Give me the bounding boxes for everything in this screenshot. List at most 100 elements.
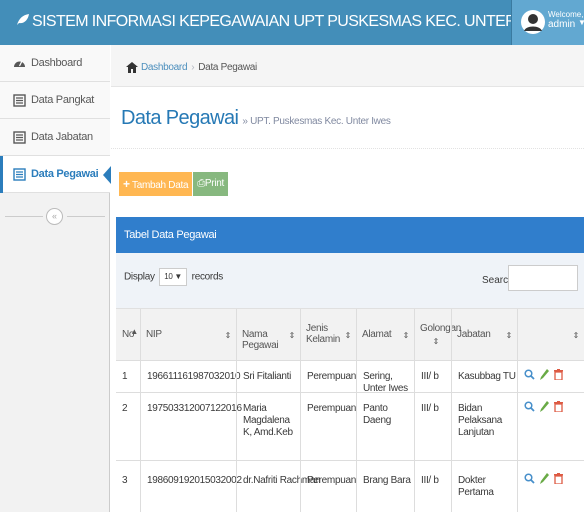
cell-actions <box>517 361 584 392</box>
cell-text: III/ b <box>421 403 439 414</box>
sidebar-item-label: Data Jabatan <box>31 131 93 143</box>
user-menu[interactable]: Welcome, admin ▼ <box>511 0 584 45</box>
cell-text: 2 <box>122 403 128 414</box>
cell-jenis-kelamin: Perempuan <box>300 393 356 460</box>
cell-text: III/ b <box>421 371 439 382</box>
sidebar-item-dashboard[interactable]: Dashboard <box>0 45 110 82</box>
table-title-bar: Tabel Data Pegawai <box>116 217 584 253</box>
breadcrumb-home-link[interactable]: Dashboard <box>141 62 188 73</box>
sort-asc-icon: ▲ <box>130 327 138 336</box>
row-actions <box>524 473 563 484</box>
pencil-icon[interactable] <box>540 401 549 412</box>
divider <box>414 309 415 361</box>
breadcrumb-separator: › <box>191 62 195 73</box>
search-input[interactable] <box>508 265 578 291</box>
cell-text: 198609192015032002 <box>147 475 242 486</box>
divider <box>5 216 43 217</box>
cell-text: Brang Bara <box>363 475 411 486</box>
sidebar-item-jabatan[interactable]: Data Jabatan <box>0 119 110 156</box>
trash-icon[interactable] <box>554 369 563 380</box>
cell-alamat: Brang Bara <box>356 461 414 512</box>
col-jabatan[interactable]: Jabatan ⇕ <box>451 309 517 361</box>
col-golongan[interactable]: Golongan ⇕ <box>414 309 461 361</box>
breadcrumb-current: Data Pegawai <box>198 62 257 73</box>
app-title[interactable]: SISTEM INFORMASI KEPEGAWAIAN UPT PUSKESM… <box>16 13 559 31</box>
zoom-icon[interactable] <box>524 369 535 380</box>
print-icon: ⎙ <box>197 178 205 189</box>
cell-text: Maria Magdalena K, Amd.Keb <box>243 403 293 438</box>
table-toolbar: Display 10 ▼ records Search: <box>116 253 584 309</box>
cell-text: Sri Fitalianti <box>243 371 292 382</box>
divider <box>67 216 105 217</box>
cell-text: Perempuan <box>307 371 356 382</box>
col-no[interactable]: No ▲ <box>116 309 140 361</box>
trash-icon[interactable] <box>554 401 563 412</box>
col-nip[interactable]: NIP ⇕ <box>140 309 236 361</box>
list-icon <box>13 131 26 144</box>
cell-alamat: Sering, Unter Iwes <box>356 361 414 394</box>
page-subtitle: » UPT. Puskesmas Kec. Unter Iwes <box>242 116 391 127</box>
pencil-icon[interactable] <box>540 369 549 380</box>
divider <box>451 309 452 361</box>
zoom-icon[interactable] <box>524 473 535 484</box>
sort-icon: ⇕ <box>432 337 440 346</box>
breadcrumb-links: Dashboard › Data Pegawai <box>141 62 257 73</box>
cell-text: 197503312007122016 <box>147 403 242 414</box>
cell-text: 3 <box>122 475 128 486</box>
double-chevron-left-icon[interactable]: « <box>46 208 63 225</box>
sort-icon: ⇕ <box>572 331 580 340</box>
cell-text: 196611161987032010 <box>147 371 241 382</box>
sidebar: Dashboard Data Pangkat Data Jabatan Data… <box>0 45 111 512</box>
divider <box>356 309 357 361</box>
sidebar-item-label: Data Pegawai <box>31 168 99 180</box>
page-title: Data Pegawai» UPT. Puskesmas Kec. Unter … <box>121 107 391 130</box>
trash-icon[interactable] <box>554 473 563 484</box>
records-select[interactable]: 10 ▼ <box>159 268 188 286</box>
cell-golongan: III/ b <box>414 461 451 512</box>
row-actions <box>524 369 563 380</box>
col-actions[interactable]: ⇕ <box>517 309 584 361</box>
col-nama[interactable]: Nama Pegawai ⇕ <box>236 309 300 361</box>
cell-text: Perempuan <box>307 403 356 414</box>
print-button[interactable]: ⎙Print <box>192 172 228 196</box>
divider <box>300 309 301 361</box>
sort-icon: ⇕ <box>505 331 513 340</box>
col-jenis-kelamin[interactable]: Jenis Kelamin ⇕ <box>300 309 356 361</box>
sidebar-item-pegawai[interactable]: Data Pegawai <box>0 156 111 193</box>
cell-jabatan: Bidan Pelaksana Lanjutan <box>451 393 517 460</box>
sort-icon: ⇕ <box>344 331 352 340</box>
cell-no: 1 <box>116 361 140 392</box>
tachometer-icon <box>14 60 25 67</box>
divider <box>236 309 237 361</box>
cell-text: III/ b <box>421 475 439 486</box>
col-alamat[interactable]: Alamat ⇕ <box>356 309 414 361</box>
col-label: Alamat <box>362 329 392 340</box>
cell-nip: 197503312007122016 <box>140 393 242 460</box>
sort-icon: ⇕ <box>288 331 296 340</box>
list-icon <box>13 94 26 107</box>
row-actions <box>524 401 563 412</box>
zoom-icon[interactable] <box>524 401 535 412</box>
action-buttons: + Tambah Data ⎙Print <box>119 172 228 196</box>
display-label: Display <box>124 271 155 283</box>
cell-no: 2 <box>116 393 140 460</box>
sidebar-collapse: « <box>0 205 110 229</box>
sort-icon: ⇕ <box>224 331 232 340</box>
navbar: SISTEM INFORMASI KEPEGAWAIAN UPT PUSKESM… <box>0 0 584 45</box>
list-icon <box>13 168 26 181</box>
divider <box>517 309 518 361</box>
caret-down-icon: ▼ <box>578 18 584 27</box>
cell-text: Dokter Pertama <box>458 475 494 498</box>
col-label: Jenis Kelamin <box>306 323 341 345</box>
tambah-data-button[interactable]: + Tambah Data <box>119 172 193 196</box>
table-row: 1 196611161987032010 Sri Fitalianti Pere… <box>116 361 584 394</box>
cell-jabatan: Dokter Pertama <box>451 461 517 512</box>
table-row: 3 198609192015032002 dr.Nafriti Rachman … <box>116 461 584 512</box>
records-length: Display 10 ▼ records <box>124 268 223 286</box>
pencil-icon[interactable] <box>540 473 549 484</box>
cell-text: Perempuan <box>307 475 356 486</box>
sidebar-item-label: Dashboard <box>31 57 83 69</box>
sort-icon: ⇕ <box>402 331 410 340</box>
cell-jenis-kelamin: Perempuan <box>300 461 356 512</box>
sidebar-item-pangkat[interactable]: Data Pangkat <box>0 82 110 119</box>
